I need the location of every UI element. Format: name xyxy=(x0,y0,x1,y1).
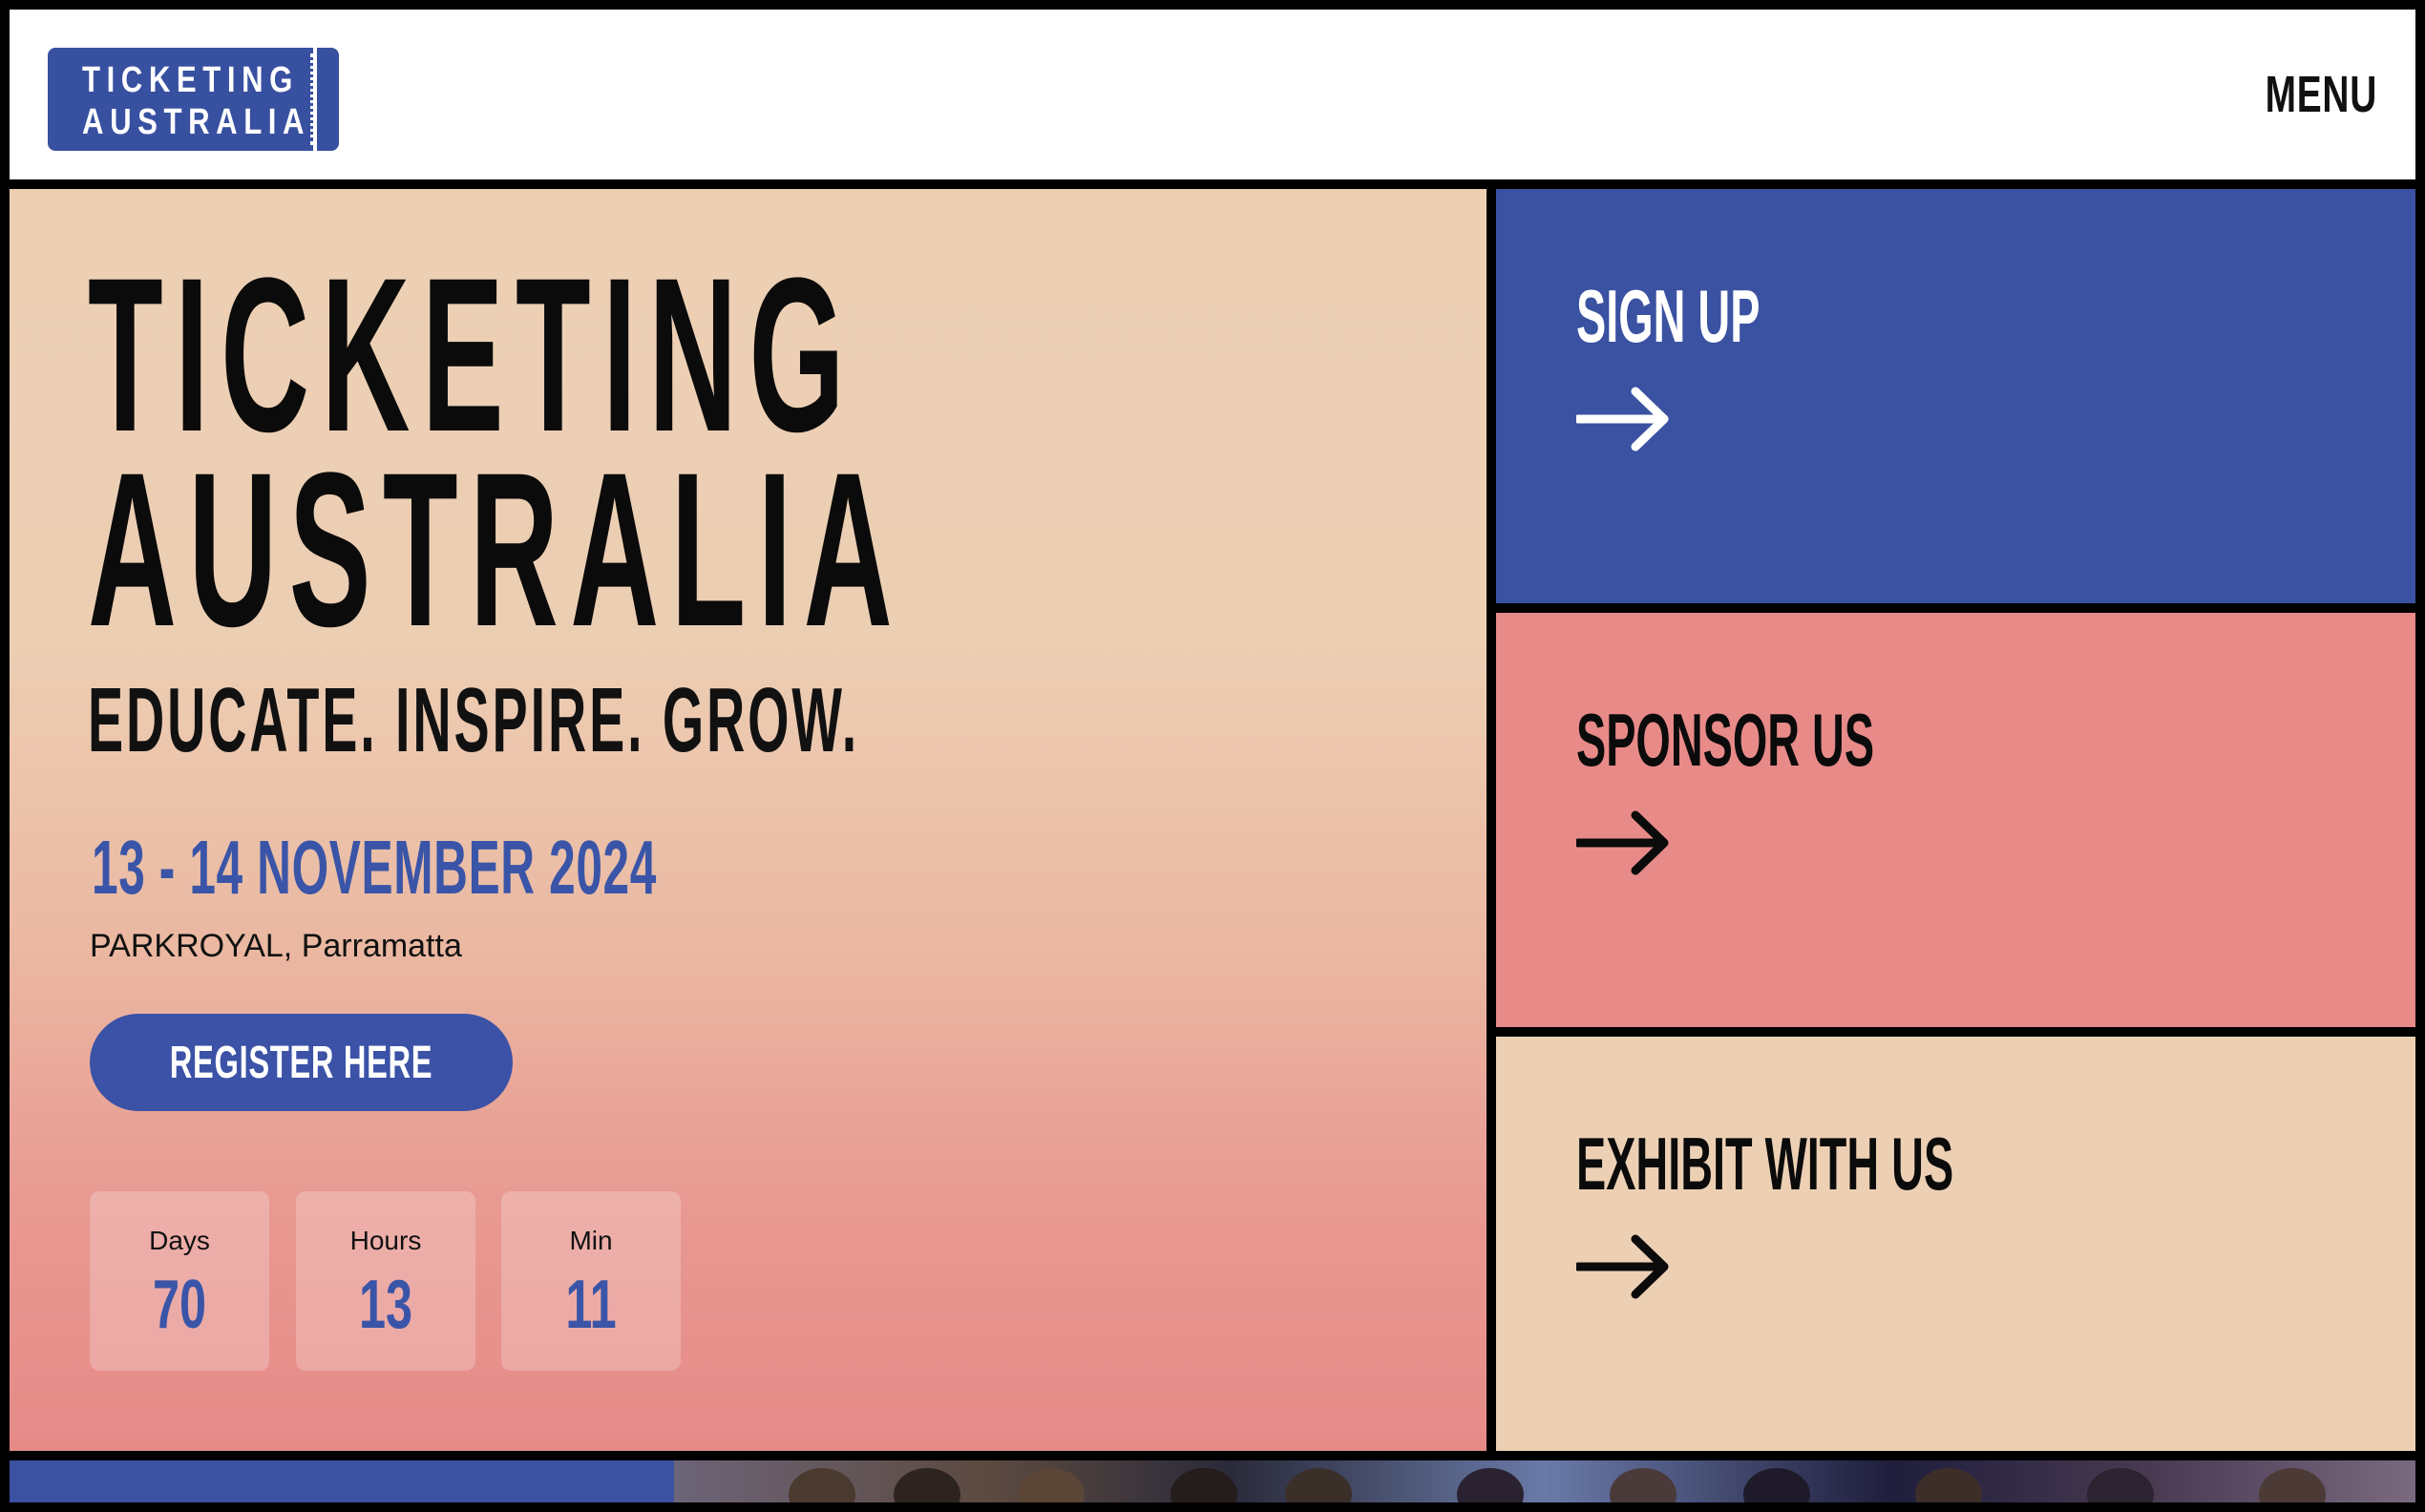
exhibit-with-us-card[interactable]: EXHIBIT WITH US xyxy=(1496,1037,2415,1451)
logo-text: TICKETING AUSTRALIA xyxy=(82,59,311,143)
register-button[interactable]: REGISTER HERE xyxy=(90,1014,513,1111)
event-date: 13 - 14 NOVEMBER 2024 xyxy=(92,825,657,910)
countdown-days: Days 70 xyxy=(90,1191,269,1371)
countdown-minutes-value: 11 xyxy=(565,1267,617,1343)
countdown-hours: Hours 13 xyxy=(296,1191,475,1371)
countdown-hours-label: Hours xyxy=(349,1226,422,1255)
menu-button[interactable]: MENU xyxy=(2266,65,2377,124)
arrow-right-icon xyxy=(1576,1234,1669,1299)
event-venue: PARKROYAL, Parramatta xyxy=(90,928,462,964)
sign-up-card-title: SIGN UP xyxy=(1576,274,1761,358)
countdown-minutes: Min 11 xyxy=(501,1191,681,1371)
site-header: TICKETING AUSTRALIA MENU xyxy=(10,10,2415,179)
audience-photo xyxy=(674,1460,2415,1502)
logo-perforation xyxy=(310,53,314,145)
countdown-days-value: 70 xyxy=(152,1267,207,1343)
site-logo[interactable]: TICKETING AUSTRALIA xyxy=(48,48,339,151)
logo-line-2: AUSTRALIA xyxy=(82,102,311,142)
hero-title-line-1: TICKETING xyxy=(88,232,856,477)
bottom-strip-blue-block xyxy=(10,1460,674,1502)
hero-title-line-2: AUSTRALIA xyxy=(88,427,905,672)
page-frame: TICKETING AUSTRALIA MENU TICKETING AUSTR… xyxy=(0,0,2425,1512)
sponsor-us-card[interactable]: SPONSOR US xyxy=(1496,613,2415,1027)
countdown-minutes-label: Min xyxy=(569,1226,613,1255)
countdown-days-label: Days xyxy=(149,1226,210,1255)
countdown-hours-value: 13 xyxy=(358,1267,413,1343)
hero-tagline: EDUCATE. INSPIRE. GROW. xyxy=(88,669,860,771)
arrow-right-icon xyxy=(1576,387,1669,452)
sign-up-card[interactable]: SIGN UP xyxy=(1496,189,2415,603)
hero-panel: TICKETING AUSTRALIA EDUCATE. INSPIRE. GR… xyxy=(10,189,1487,1451)
register-button-label: REGISTER HERE xyxy=(169,1037,433,1088)
bottom-strip xyxy=(10,1460,2415,1502)
exhibit-with-us-card-title: EXHIBIT WITH US xyxy=(1576,1122,1954,1206)
logo-ticket-stub xyxy=(317,48,339,151)
sponsor-us-card-title: SPONSOR US xyxy=(1576,698,1875,782)
logo-line-1: TICKETING xyxy=(82,60,299,100)
hero-title: TICKETING AUSTRALIA xyxy=(88,232,905,672)
arrow-right-icon xyxy=(1576,810,1669,875)
